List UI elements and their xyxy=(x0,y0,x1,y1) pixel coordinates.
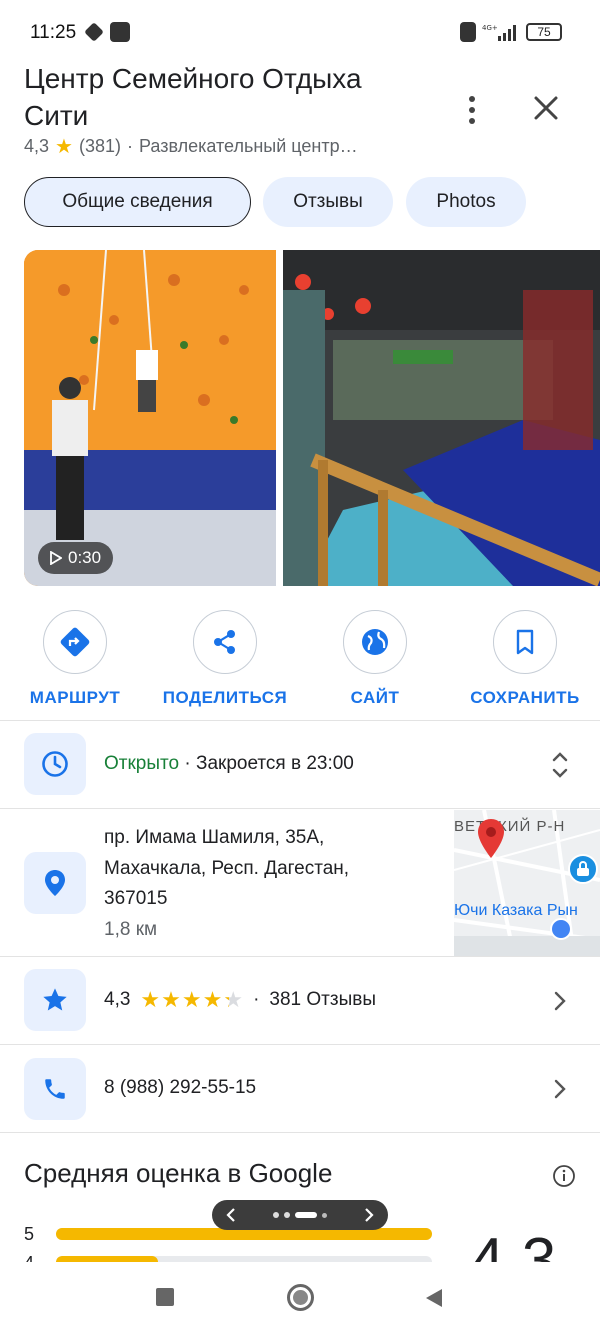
rating-row[interactable]: 4,3 ★ ★ ★ ★ ★ · 381 Отзывы xyxy=(104,989,376,1011)
tab-label: Photos xyxy=(436,191,496,212)
clock-icon xyxy=(24,733,86,795)
status-bar: 11:25 4G+ 75 xyxy=(0,0,600,64)
open-status: Открыто xyxy=(104,753,180,774)
app-icon xyxy=(110,22,130,42)
bookmark-icon xyxy=(493,610,557,674)
divider xyxy=(0,1044,600,1045)
address-line3: 367015 xyxy=(104,888,168,909)
star-icon: ★ xyxy=(161,987,181,1012)
status-time: 11:25 xyxy=(30,22,77,43)
divider xyxy=(0,720,600,721)
address-block[interactable]: пр. Имама Шамиля, 35А, Махачкала, Респ. … xyxy=(104,823,444,945)
place-title: Центр Семейного Отдыха Сити xyxy=(24,63,362,131)
tab-reviews[interactable]: Отзывы xyxy=(263,177,393,227)
address-line1: пр. Имама Шамиля, 35А, xyxy=(104,827,325,848)
star-icon: ★ xyxy=(181,987,202,1012)
reviews-link: 381 Отзывы xyxy=(269,989,376,1010)
website-button[interactable]: САЙТ xyxy=(305,610,445,710)
back-button[interactable] xyxy=(424,1288,444,1308)
close-icon[interactable] xyxy=(528,90,564,126)
recents-button[interactable] xyxy=(156,1288,174,1306)
save-button[interactable]: СОХРАНИТЬ xyxy=(455,610,595,710)
rating-value: 4,3 xyxy=(24,136,50,156)
action-label: МАРШРУТ xyxy=(29,688,121,707)
map-pin-icon xyxy=(476,818,506,865)
video-duration: 0:30 xyxy=(68,548,102,567)
bar-label-4: 4 xyxy=(24,1252,34,1262)
rating-value: 4,3 xyxy=(104,989,131,1010)
chevron-right-icon[interactable] xyxy=(362,1207,376,1223)
reviews-count[interactable]: (381) xyxy=(79,136,121,157)
current-location-icon xyxy=(550,918,572,940)
star-icon: ★ xyxy=(55,136,73,158)
map-preview[interactable]: ВЕТСКИЙ Р-Н Ючи Казака Рын xyxy=(454,810,600,956)
share-icon xyxy=(193,610,257,674)
address-line2: Махачкала, Респ. Дагестан, xyxy=(104,857,350,879)
directions-button[interactable]: МАРШРУТ xyxy=(5,610,145,710)
tab-photos[interactable]: Photos xyxy=(406,177,526,227)
directions-icon xyxy=(43,610,107,674)
tab-label: Отзывы xyxy=(293,191,363,212)
rating-stars: ★ ★ ★ ★ ★ xyxy=(140,989,243,1011)
signal-icon: 4G+ xyxy=(482,22,518,42)
location-pin-icon xyxy=(24,852,86,914)
svg-text:4G+: 4G+ xyxy=(482,24,498,32)
info-icon[interactable] xyxy=(552,1164,576,1188)
category: Развлекательный центр… xyxy=(139,136,358,156)
system-nav-bar xyxy=(0,1262,600,1332)
hours-row[interactable]: Открыто · Закроется в 23:00 xyxy=(104,753,354,775)
star-icon xyxy=(24,969,86,1031)
separator: · xyxy=(127,136,133,156)
page-scroll-pill[interactable] xyxy=(212,1200,388,1230)
battery-icon: 75 xyxy=(526,23,562,41)
divider xyxy=(0,1132,600,1133)
average-rating-title: Средняя оценка в Google xyxy=(24,1158,333,1188)
lock-poi-icon xyxy=(568,854,598,884)
photo-interior[interactable] xyxy=(283,250,600,586)
page-dots xyxy=(273,1212,327,1218)
divider xyxy=(0,956,600,957)
rating-summary: 4,3 ★ (381) · Развлекательный центр… xyxy=(24,134,358,159)
expand-hours-icon[interactable] xyxy=(548,750,572,780)
divider xyxy=(0,808,600,809)
notification-icon xyxy=(84,22,104,42)
closing-time: · Закроется в 23:00 xyxy=(184,753,354,774)
map-district-label: ВЕТСКИЙ Р-Н xyxy=(454,818,566,835)
star-icon: ★ xyxy=(140,987,161,1012)
chevron-right-icon[interactable] xyxy=(548,989,572,1013)
volte-icon xyxy=(460,22,476,42)
distance: 1,8 км xyxy=(104,918,158,940)
more-options-icon[interactable] xyxy=(455,92,489,128)
play-icon xyxy=(50,551,62,565)
video-duration-badge: 0:30 xyxy=(38,542,114,574)
tab-overview[interactable]: Общие сведения xyxy=(24,177,251,227)
video-thumbnail-climbing-wall[interactable]: 0:30 xyxy=(24,250,277,586)
action-label: САЙТ xyxy=(350,688,400,707)
separator: · xyxy=(253,989,260,1010)
tab-label: Общие сведения xyxy=(62,191,213,212)
chevron-left-icon[interactable] xyxy=(224,1207,238,1223)
star-icon: ★ xyxy=(223,987,244,1012)
action-label: СОХРАНИТЬ xyxy=(470,688,580,707)
phone-number[interactable]: 8 (988) 292-55-15 xyxy=(104,1077,256,1099)
bar-label-5: 5 xyxy=(24,1224,35,1244)
home-button[interactable] xyxy=(287,1284,314,1311)
chevron-right-icon[interactable] xyxy=(548,1077,572,1101)
action-label: ПОДЕЛИТЬСЯ xyxy=(162,688,288,707)
phone-icon xyxy=(24,1058,86,1120)
globe-icon xyxy=(343,610,407,674)
share-button[interactable]: ПОДЕЛИТЬСЯ xyxy=(155,610,295,710)
star-icon: ★ xyxy=(202,987,223,1012)
